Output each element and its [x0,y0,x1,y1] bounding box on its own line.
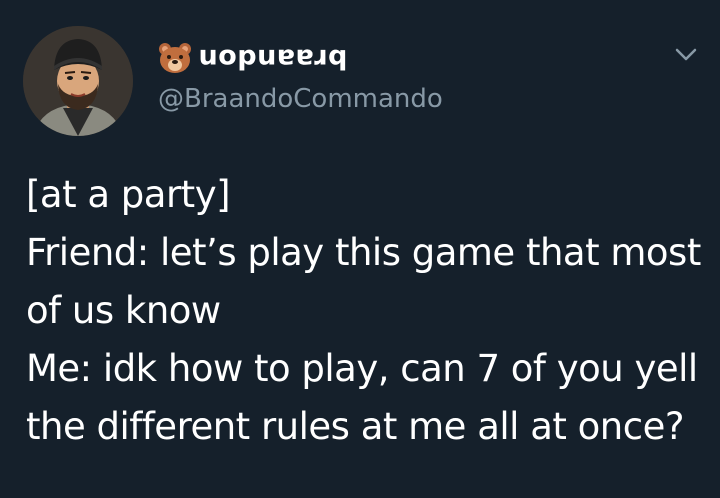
chevron-down-icon[interactable] [672,44,700,64]
display-name: braandon [198,42,348,74]
avatar-illustration-icon [23,26,133,136]
tweet-text: [at a party] Friend: let’s play this gam… [26,173,701,448]
tweet-card: braandon @BraandoCommando [at a party] F… [0,0,720,498]
bear-face-icon [159,43,191,73]
tweet-author: braandon @BraandoCommando [158,38,443,115]
display-name-row[interactable]: braandon [158,38,443,78]
avatar[interactable] [23,26,133,136]
user-handle[interactable]: @BraandoCommando [158,84,443,114]
